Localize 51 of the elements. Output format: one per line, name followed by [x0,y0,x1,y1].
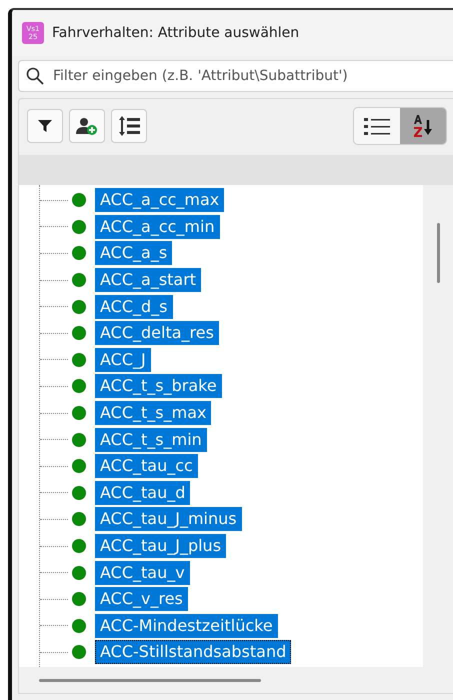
attribute-item[interactable]: ACC_a_start [95,268,202,292]
status-dot [72,273,86,288]
filter-icon [37,118,53,134]
attribute-item[interactable]: ACC_J [95,348,151,372]
list-view-button[interactable] [354,108,400,144]
attribute-item[interactable]: ACC_t_s_min [95,428,207,452]
attribute-item[interactable]: ACC_tau_d [95,480,190,505]
add-user-button[interactable] [69,109,105,143]
attribute-item[interactable]: ACC_t_s_brake [95,374,222,398]
scrollbar-thumb[interactable] [436,223,440,283]
expand-button[interactable] [111,109,147,143]
status-dot [72,512,86,526]
expand-list-icon [118,116,140,136]
status-dot [72,406,86,420]
attribute-item[interactable]: ACC_tau_J_plus [95,534,226,558]
status-dot [72,432,86,447]
status-dot [72,326,86,340]
attribute-item[interactable]: ACC_d_s [95,294,172,319]
status-dot [72,379,86,394]
filter-field[interactable]: Filter eingeben (z.B. 'Attribut\Subattribut') [18,60,453,92]
status-dot [72,592,86,606]
status-dot [72,459,86,474]
status-dot [72,618,86,633]
status-dot [72,220,86,234]
scrollbar-thumb[interactable] [39,678,261,682]
add-user-icon [76,117,98,135]
sort-icon [413,114,433,138]
status-dot [72,645,86,660]
attribute-item[interactable]: ACC_tau_v [95,560,190,585]
search-icon [26,67,44,85]
status-dot [72,352,86,367]
status-dot [72,300,86,314]
attribute-item[interactable]: ACC-Mindestzeitlücke [95,614,278,638]
status-dot [72,193,86,208]
status-dot [72,539,86,554]
attribute-item[interactable]: ACC_a_cc_max [95,188,224,212]
filter-button[interactable] [27,109,63,143]
attribute-item[interactable]: ACC-Stillstandsabstand [95,640,292,664]
attribute-item[interactable]: ACC_delta_res [95,321,219,346]
sort-view-button[interactable] [400,108,446,144]
status-dot [72,566,86,580]
list-view-icon [364,116,390,136]
attribute-item[interactable]: ACC_a_s [95,241,172,266]
status-dot [72,246,86,260]
attribute-item[interactable]: ACC_v_res [95,587,188,612]
attribute-item[interactable]: ACC_tau_J_minus [95,507,242,532]
attribute-item[interactable]: ACC_tau_cc [95,454,198,478]
status-dot [72,486,86,500]
attribute-item[interactable]: ACC_t_s_max [95,401,212,426]
attribute-item[interactable]: ACC_a_cc_min [95,214,220,239]
window-title: Fahrverhalten: Attribute auswählen [52,25,300,41]
